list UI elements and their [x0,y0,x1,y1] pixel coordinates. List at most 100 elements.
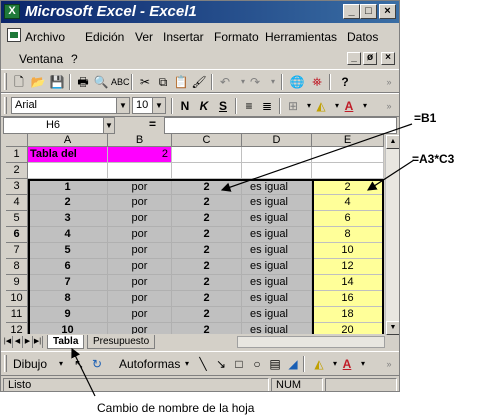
paste-icon[interactable]: 📋 [173,74,189,90]
scroll-up-button[interactable]: ▲ [386,135,399,149]
cell-a8[interactable]: 6 [28,259,108,275]
toolbar-more-icon[interactable]: » [381,74,397,90]
cell-e11[interactable]: 18 [312,307,384,323]
cut-icon[interactable]: ✂ [137,74,153,90]
open-icon[interactable]: 📂 [30,74,46,90]
next-sheet-button[interactable]: ▶ [23,336,33,348]
toolbar-grip[interactable] [4,73,7,90]
cell-b11[interactable]: por [108,307,172,323]
sheet-tab-tabla[interactable]: Tabla [47,335,85,349]
row-header[interactable]: 10 [6,291,28,307]
cell-d8[interactable]: es igual [242,259,312,275]
font-color-dropdown-icon[interactable]: ▾ [357,98,373,114]
spelling-icon[interactable]: ABC [111,74,130,90]
cell-c10[interactable]: 2 [172,291,242,307]
cell-a9[interactable]: 7 [28,275,108,291]
row-header[interactable]: 2 [6,163,28,179]
formula-input[interactable] [164,117,397,134]
cell-d7[interactable]: es igual [242,243,312,259]
autoshapes-dropdown-icon[interactable]: ▾ [179,356,195,372]
save-icon[interactable]: 💾 [49,74,65,90]
excel-app-icon[interactable]: X [4,4,20,19]
underline-button[interactable]: S [215,98,231,114]
hyperlink-icon[interactable]: 🌐 [289,74,305,90]
cell-e6[interactable]: 8 [312,227,384,243]
align-center-icon[interactable]: ≣ [259,98,275,114]
cell-c11[interactable]: 2 [172,307,242,323]
cell-a12[interactable]: 10 [28,323,108,334]
help-icon[interactable]: ? [337,74,353,90]
cell-c9[interactable]: 2 [172,275,242,291]
row-header[interactable]: 8 [6,259,28,275]
menu-insertar[interactable]: Insertar [163,30,204,44]
column-header-b[interactable]: B [108,134,172,147]
cell-e5[interactable]: 6 [312,211,384,227]
fill-color-icon[interactable]: ◭ [311,356,327,372]
toolbar-grip[interactable] [4,355,7,372]
cell-e7[interactable]: 10 [312,243,384,259]
prev-sheet-button[interactable]: ◀ [13,336,23,348]
draw-menu-button[interactable]: Dibujo [13,357,47,371]
row-header[interactable]: 9 [6,275,28,291]
name-box[interactable]: H6 ▼ [3,117,115,134]
copy-icon[interactable]: ⧉ [155,74,171,90]
cell-d5[interactable]: es igual [242,211,312,227]
cell-a10[interactable]: 8 [28,291,108,307]
toolbar-more-icon[interactable]: » [381,356,397,372]
fill-color-icon[interactable]: ◭ [313,98,329,114]
row-header[interactable]: 5 [6,211,28,227]
arrow-icon[interactable]: ↘ [213,356,229,372]
row-header[interactable]: 7 [6,243,28,259]
cell-b2[interactable] [108,163,172,179]
print-icon[interactable]: 🖶 [75,74,91,90]
cell-d4[interactable]: es igual [242,195,312,211]
cell-c3[interactable]: 2 [172,179,242,195]
cell-c7[interactable]: 2 [172,243,242,259]
doc-close-button[interactable]: × [381,52,395,65]
cell-b9[interactable]: por [108,275,172,291]
bold-button[interactable]: N [177,98,193,114]
web-toolbar-icon[interactable]: ⛯ [309,74,325,90]
column-header-a[interactable]: A [28,134,108,147]
row-header[interactable]: 4 [6,195,28,211]
font-size-select[interactable]: 10 ▼ [132,97,166,114]
italic-button[interactable]: K [196,98,212,114]
row-header[interactable]: 3 [6,179,28,195]
doc-restore-button[interactable]: ø [363,52,377,65]
font-color-icon[interactable]: A [339,356,355,372]
cell-c5[interactable]: 2 [172,211,242,227]
cell-b4[interactable]: por [108,195,172,211]
rectangle-icon[interactable]: □ [231,356,247,372]
row-header[interactable]: 1 [6,147,28,163]
doc-minimize-button[interactable]: _ [347,52,361,65]
cell-e4[interactable]: 4 [312,195,384,211]
cell-a3[interactable]: 1 [28,179,108,195]
menu-ayuda[interactable]: ? [71,52,78,66]
cell-e12[interactable]: 20 [312,323,384,334]
toolbar-grip[interactable] [4,97,7,114]
cell-b12[interactable]: por [108,323,172,334]
menu-ver[interactable]: Ver [135,30,153,44]
column-header-c[interactable]: C [172,134,242,147]
last-sheet-button[interactable]: ▶| [33,336,43,348]
menu-formato[interactable]: Formato [214,30,259,44]
cell-a4[interactable]: 2 [28,195,108,211]
align-left-icon[interactable]: ≡ [241,98,257,114]
font-color-icon[interactable]: A [341,98,357,114]
cell-c12[interactable]: 2 [172,323,242,334]
cell-b10[interactable]: por [108,291,172,307]
draw-dropdown-icon[interactable]: ▾ [53,356,69,372]
font-color-dropdown-icon[interactable]: ▾ [355,356,371,372]
redo-icon[interactable]: ↷ [247,74,263,90]
borders-icon[interactable]: ⊞ [285,98,301,114]
cell-b8[interactable]: por [108,259,172,275]
cell-d12[interactable]: es igual [242,323,312,334]
row-header[interactable]: 12 [6,323,28,334]
horizontal-scrollbar[interactable] [237,336,385,348]
cell-d2[interactable] [242,163,312,179]
vertical-scrollbar[interactable]: ▲ ▼ [385,135,399,335]
new-icon[interactable]: 🗋 [11,74,27,90]
autoshapes-menu-button[interactable]: Autoformas [119,357,180,371]
menu-archivo[interactable]: Archivo [25,30,65,44]
cell-e1[interactable] [312,147,384,163]
